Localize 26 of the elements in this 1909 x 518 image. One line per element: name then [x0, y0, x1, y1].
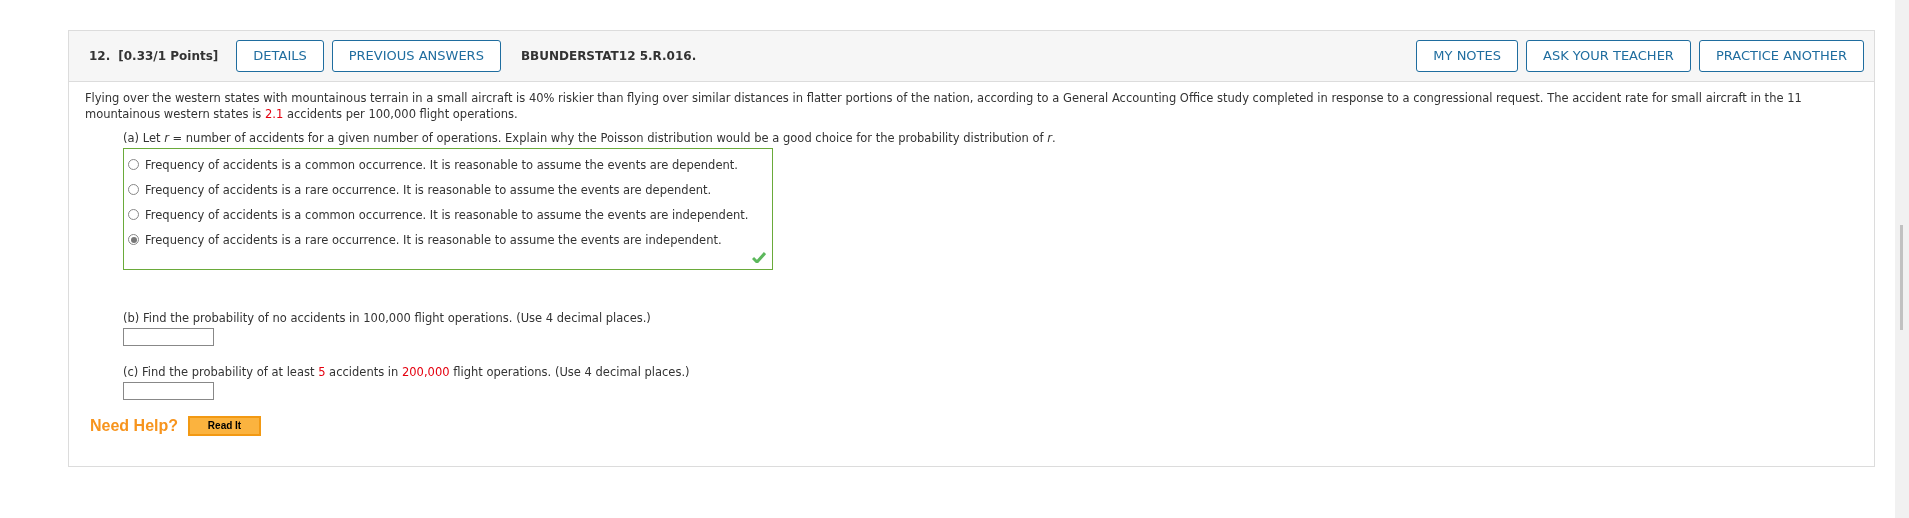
- option-label[interactable]: Frequency of accidents is a rare occurrence. It is reasonable to assume the events are independent.: [145, 231, 722, 248]
- radio-button[interactable]: [128, 209, 139, 220]
- part-b-prompt: (b) Find the probability of no accidents in 100,000 flight operations. (Use 4 decimal places.): [123, 310, 652, 326]
- check-icon: [752, 252, 766, 263]
- header-button[interactable]: PREVIOUS ANSWERS: [331, 40, 501, 72]
- radio-button[interactable]: [128, 159, 139, 170]
- need-help-label: Need Help?: [90, 418, 178, 434]
- part-a-prompt: (a) Let r = number of accidents for a given number of operations. Explain why the Poisson distribution would be a good choice for the probability distribution of r.: [123, 130, 1057, 146]
- part-c-prompt: (c) Find the probability of at least 5 accidents in 200,000 flight operations. (Use 4 decimal places.): [123, 364, 691, 380]
- header-button[interactable]: ASK YOUR TEACHER: [1526, 40, 1691, 72]
- problem-code: BBUNDERSTAT12 5.R.016.: [520, 48, 697, 65]
- header-button[interactable]: MY NOTES: [1416, 40, 1518, 72]
- header-button[interactable]: PRACTICE ANOTHER: [1698, 40, 1864, 72]
- answer-field[interactable]: [123, 382, 214, 400]
- header-button[interactable]: DETAILS: [236, 40, 324, 72]
- option-label[interactable]: Frequency of accidents is a common occurrence. It is reasonable to assume the events are independent.: [145, 206, 749, 223]
- option-label[interactable]: Frequency of accidents is a common occurrence. It is reasonable to assume the events are dependent.: [145, 156, 738, 173]
- question-number: 12.: [89, 48, 111, 65]
- scrollbar[interactable]: [1895, 0, 1909, 518]
- points: [0.33/1 Points]: [118, 48, 219, 65]
- radio-button[interactable]: [128, 184, 139, 195]
- answer-field[interactable]: [123, 328, 214, 346]
- read-it-button[interactable]: Read It: [188, 416, 261, 436]
- question-text: Flying over the western states with mountainous terrain in a small aircraft is 40% riskier than flying over similar distances in flatter portions of the nation, according to a General Accounting Office study completed in response to a congressional request. The accident rate for small aircraft in the 11 mountainous western states is 2.1 accidents per 100,000 flight operations.: [85, 90, 1803, 122]
- option-label[interactable]: Frequency of accidents is a rare occurrence. It is reasonable to assume the events are dependent.: [145, 181, 712, 198]
- radio-button[interactable]: [128, 234, 139, 245]
